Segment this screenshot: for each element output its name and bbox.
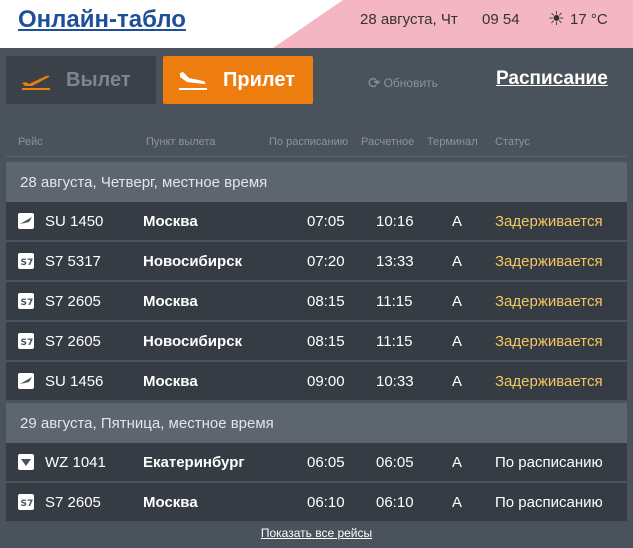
origin-city: Москва — [143, 293, 198, 310]
page-title[interactable]: Онлайн-табло — [18, 6, 186, 34]
svg-text:S7: S7 — [21, 258, 34, 268]
temperature: 17 °C — [570, 11, 608, 28]
terminal: A — [452, 454, 463, 471]
svg-text:S7: S7 — [21, 338, 34, 348]
flight-number: SU 1450 — [45, 213, 104, 230]
estimated-time: 10:16 — [376, 213, 414, 230]
scheduled-time: 07:05 — [307, 213, 345, 230]
refresh-button[interactable]: ⟳ Обновить — [368, 74, 438, 92]
origin-city: Новосибирск — [143, 253, 243, 270]
column-header-from: Пункт вылета — [146, 136, 216, 148]
terminal: A — [452, 213, 463, 230]
estimated-time: 10:33 — [376, 373, 414, 390]
terminal: A — [452, 253, 463, 270]
refresh-label: Обновить — [383, 76, 438, 90]
table-row[interactable]: SU 1456 Москва 09:00 10:33 A Задерживает… — [6, 362, 627, 400]
status: Задерживается — [495, 213, 603, 230]
column-header-flight: Рейс — [18, 136, 43, 148]
origin-city: Екатеринбург — [143, 454, 245, 471]
s7-logo-icon: S7 — [18, 293, 34, 309]
s7-logo-icon: S7 — [18, 333, 34, 349]
estimated-time: 06:10 — [376, 494, 414, 511]
top-header: Онлайн-табло 28 августа, Чт 09 54 ☀ 17 °… — [0, 0, 633, 48]
flight-board: Вылет Прилет ⟳ Обновить Расписание Рейс … — [0, 48, 633, 548]
scheduled-time: 09:00 — [307, 373, 345, 390]
column-header-scheduled: По расписанию — [269, 136, 349, 148]
terminal: A — [452, 293, 463, 310]
s7-logo-icon: S7 — [18, 494, 34, 510]
table-row[interactable]: WZ 1041 Екатеринбург 06:05 06:05 A По ра… — [6, 443, 627, 481]
flight-number: SU 1456 — [45, 373, 104, 390]
date-group-header: 29 августа, Пятница, местное время — [6, 403, 627, 443]
table-row[interactable]: S7 S7 5317 Новосибирск 07:20 13:33 A Зад… — [6, 242, 627, 280]
tab-arrivals-label: Прилет — [223, 68, 295, 91]
svg-text:S7: S7 — [21, 298, 34, 308]
table-row[interactable]: S7 S7 2605 Новосибирск 08:15 11:15 A Зад… — [6, 322, 627, 360]
plane-takeoff-icon — [20, 69, 56, 91]
refresh-icon: ⟳ — [368, 75, 381, 92]
origin-city: Новосибирск — [143, 333, 243, 350]
status: Задерживается — [495, 293, 603, 310]
origin-city: Москва — [143, 213, 198, 230]
flight-number: WZ 1041 — [45, 454, 106, 471]
status: По расписанию — [495, 494, 603, 511]
estimated-time: 13:33 — [376, 253, 414, 270]
aeroflot-logo-icon — [18, 213, 34, 229]
column-header-terminal: Терминал — [427, 136, 478, 148]
sun-icon: ☀ — [548, 9, 566, 30]
status: По расписанию — [495, 454, 603, 471]
terminal: A — [452, 494, 463, 511]
table-row[interactable]: S7 S7 2605 Москва 08:15 11:15 A Задержив… — [6, 282, 627, 320]
scheduled-time: 07:20 — [307, 253, 345, 270]
weather-widget: ☀ 17 °C — [548, 8, 608, 31]
table-row[interactable]: S7 S7 2605 Москва 06:10 06:10 A По распи… — [6, 483, 627, 521]
redwings-logo-icon — [18, 454, 34, 470]
show-all-flights-link[interactable]: Показать все рейсы — [0, 526, 633, 540]
status: Задерживается — [495, 333, 603, 350]
flight-number: S7 2605 — [45, 333, 101, 350]
current-time: 09 54 — [482, 11, 520, 28]
flight-number: S7 2605 — [45, 494, 101, 511]
status: Задерживается — [495, 253, 603, 270]
estimated-time: 11:15 — [376, 293, 413, 310]
divider — [6, 156, 627, 157]
tab-departures-label: Вылет — [66, 68, 131, 91]
estimated-time: 06:05 — [376, 454, 414, 471]
scheduled-time: 08:15 — [307, 293, 345, 310]
plane-landing-icon — [177, 69, 213, 91]
svg-text:S7: S7 — [21, 499, 34, 509]
origin-city: Москва — [143, 373, 198, 390]
table-row[interactable]: SU 1450 Москва 07:05 10:16 A Задерживает… — [6, 202, 627, 240]
schedule-link[interactable]: Расписание — [496, 68, 608, 90]
terminal: A — [452, 333, 463, 350]
estimated-time: 11:15 — [376, 333, 413, 350]
tab-arrivals[interactable]: Прилет — [163, 56, 313, 104]
scheduled-time: 06:05 — [307, 454, 345, 471]
terminal: A — [452, 373, 463, 390]
column-header-status: Статус — [495, 136, 530, 148]
date-group-header: 28 августа, Четверг, местное время — [6, 162, 627, 202]
scheduled-time: 08:15 — [307, 333, 345, 350]
tab-departures[interactable]: Вылет — [6, 56, 156, 104]
column-header-estimated: Расчетное — [361, 136, 415, 148]
aeroflot-logo-icon — [18, 373, 34, 389]
s7-logo-icon: S7 — [18, 253, 34, 269]
status: Задерживается — [495, 373, 603, 390]
flight-number: S7 5317 — [45, 253, 101, 270]
flight-number: S7 2605 — [45, 293, 101, 310]
scheduled-time: 06:10 — [307, 494, 345, 511]
origin-city: Москва — [143, 494, 198, 511]
current-date: 28 августа, Чт — [360, 11, 458, 28]
